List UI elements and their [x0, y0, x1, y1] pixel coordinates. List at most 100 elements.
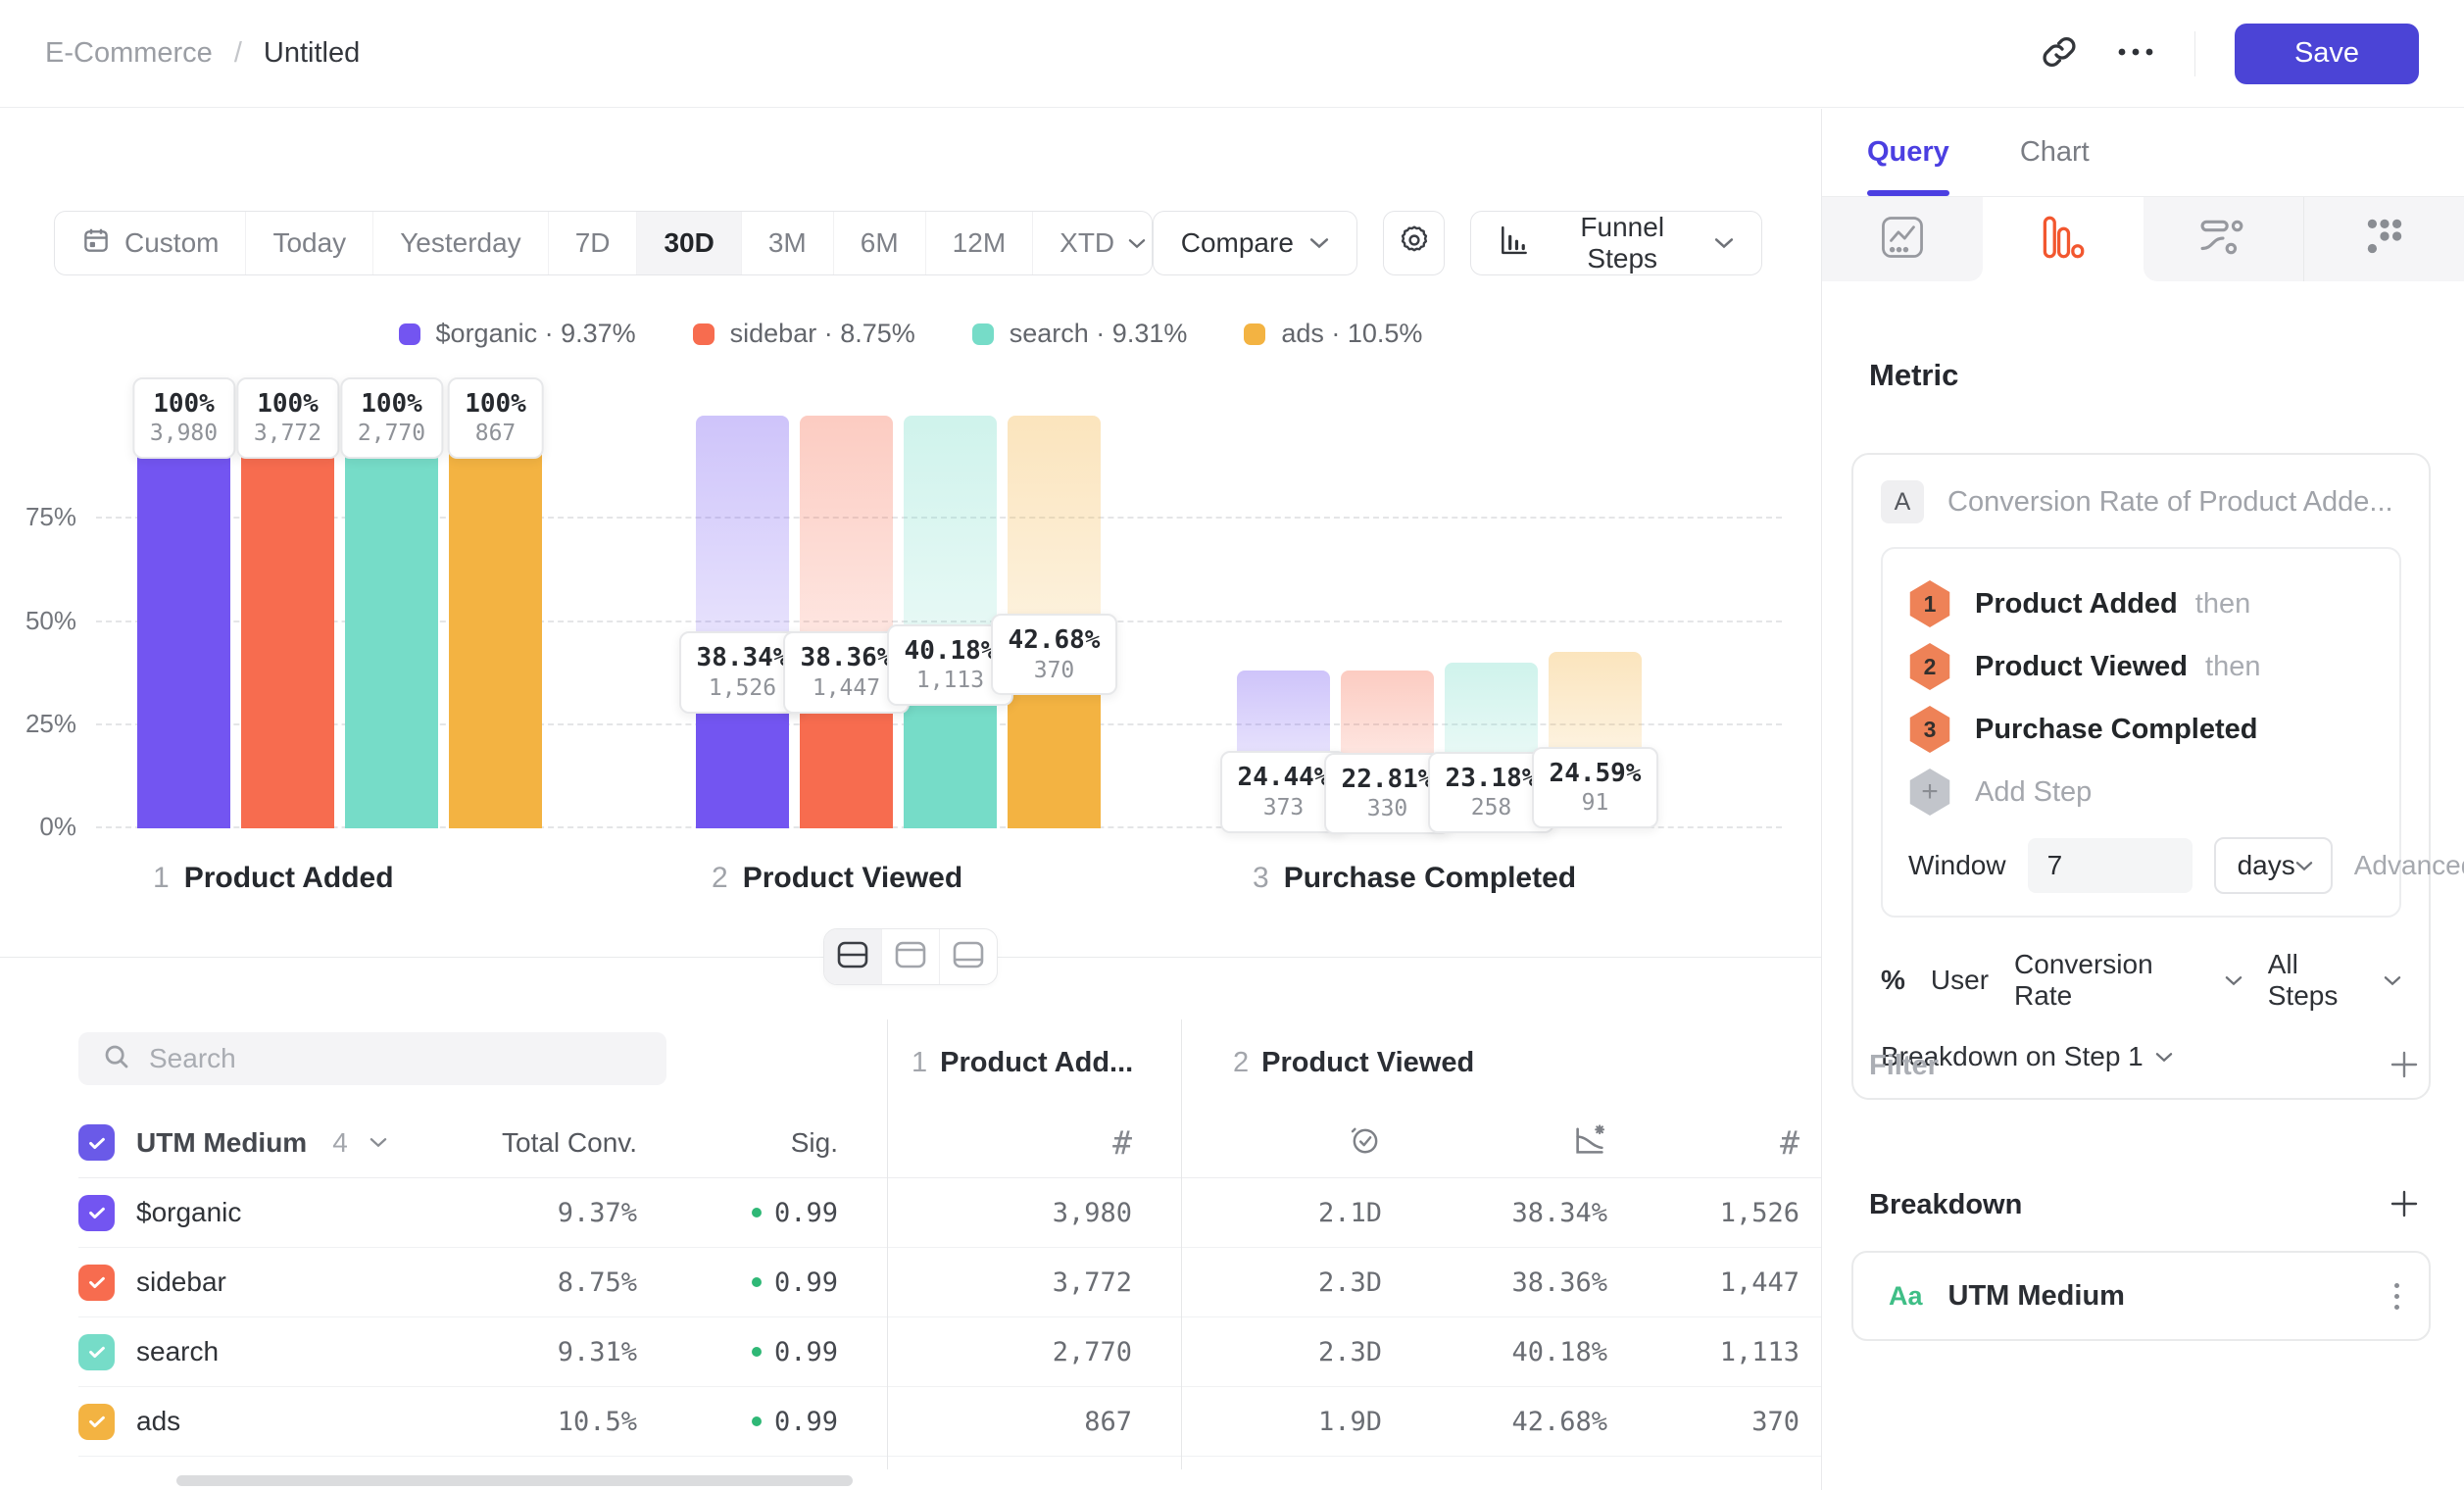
column-conversion-rate[interactable] [1406, 1122, 1632, 1163]
select-all-checkbox[interactable] [78, 1124, 115, 1161]
range-7d[interactable]: 7D [549, 212, 638, 274]
bar-count: 3,980 [150, 420, 218, 448]
chart-type-scatter-button[interactable] [2303, 197, 2464, 281]
funnel-step-1[interactable]: 1Product Addedthen [1908, 572, 2374, 635]
table-group-divider [887, 1019, 888, 1469]
window-value-input[interactable] [2028, 838, 2193, 893]
row-checkbox[interactable] [78, 1195, 115, 1231]
legend-item-search[interactable]: search · 9.31% [972, 319, 1188, 349]
header-divider [2194, 31, 2195, 76]
table-row-ads[interactable]: ads10.5%0.998671.9D42.68%370 [78, 1387, 1821, 1457]
y-axis-label: 50% [14, 606, 76, 636]
range-custom[interactable]: Custom [55, 212, 246, 274]
table-row-organic[interactable]: $organic9.37%0.993,9802.1D38.34%1,526 [78, 1178, 1821, 1248]
add-breakdown-button[interactable] [2388, 1187, 2421, 1223]
metric-card: A Conversion Rate of Product Adde... 1Pr… [1851, 453, 2431, 1100]
range-today[interactable]: Today [246, 212, 373, 274]
layout-chart-only-button[interactable] [882, 929, 940, 984]
funnel-step-2[interactable]: 2Product Viewedthen [1908, 635, 2374, 698]
range-yesterday[interactable]: Yesterday [373, 212, 549, 274]
range-xtd[interactable]: XTD [1033, 212, 1153, 274]
bar-ads-step3[interactable]: 24.59%91 [1549, 382, 1642, 828]
range-label: 7D [575, 227, 611, 259]
bar-solid [137, 416, 230, 828]
bar-sidebar-step1[interactable]: 100%3,772 [241, 382, 334, 828]
breadcrumb-parent[interactable]: E-Commerce [45, 37, 213, 70]
bar-count: 1,526 [697, 674, 789, 703]
chart-settings-button[interactable] [1383, 211, 1446, 275]
bar-organic-step1[interactable]: 100%3,980 [137, 382, 230, 828]
table-row-sidebar[interactable]: sidebar8.75%0.993,7722.3D38.36%1,447 [78, 1248, 1821, 1317]
legend-item-sidebar[interactable]: sidebar · 8.75% [693, 319, 915, 349]
legend-item-organic[interactable]: $organic · 9.37% [399, 319, 636, 349]
advanced-toggle[interactable]: Advanced [2354, 850, 2464, 881]
bar-sidebar-step2[interactable]: 38.36%1,447 [800, 382, 893, 828]
group-step1-num: 1 [912, 1047, 927, 1079]
query-panel: Query Chart Metric A Conversion Rate of … [1821, 109, 2464, 1490]
funnel-step-3[interactable]: 3Purchase Completed [1908, 698, 2374, 761]
chevron-down-icon[interactable] [370, 1137, 387, 1148]
bar-sidebar-step3[interactable]: 22.81%330 [1341, 382, 1434, 828]
share-link-button[interactable] [2042, 34, 2077, 73]
compare-button[interactable]: Compare [1153, 211, 1357, 275]
layout-split-button[interactable] [824, 929, 882, 984]
table-search[interactable] [78, 1032, 666, 1085]
add-filter-button[interactable] [2388, 1048, 2421, 1084]
row-name: $organic [136, 1197, 241, 1228]
row-significance: 0.99 [637, 1337, 887, 1367]
column-sig[interactable]: Sig. [637, 1127, 887, 1159]
chart-type-line-button[interactable] [1822, 197, 1983, 281]
layout-split-icon [837, 941, 868, 973]
tab-query[interactable]: Query [1867, 109, 1949, 196]
add-step-button[interactable]: + Add Step [1908, 761, 2374, 823]
legend-label: search · 9.31% [1010, 319, 1188, 349]
bar-conversion-pct: 24.59% [1550, 758, 1642, 790]
bar-search-step1[interactable]: 100%2,770 [345, 382, 438, 828]
bar-ads-step2[interactable]: 42.68%370 [1008, 382, 1101, 828]
column-step2-count[interactable]: # [1632, 1123, 1821, 1162]
breakdown-column-label[interactable]: UTM Medium [136, 1127, 307, 1159]
range-6m[interactable]: 6M [834, 212, 926, 274]
legend-item-ads[interactable]: ads · 10.5% [1244, 319, 1422, 349]
row-checkbox[interactable] [78, 1334, 115, 1370]
layout-table-only-button[interactable] [940, 929, 997, 984]
range-12m[interactable]: 12M [926, 212, 1033, 274]
bar-search-step2[interactable]: 40.18%1,113 [904, 382, 997, 828]
search-icon [102, 1042, 131, 1076]
step-label-3: 3Purchase Completed [1253, 862, 1576, 895]
column-step1-count[interactable]: # [887, 1123, 1181, 1162]
measured-entity[interactable]: User [1931, 965, 1989, 996]
chart-type-funnel-button[interactable] [1983, 197, 2144, 281]
kebab-menu-icon[interactable] [2394, 1283, 2399, 1310]
window-unit-select[interactable]: days [2214, 837, 2333, 894]
breadcrumb-current[interactable]: Untitled [264, 37, 360, 70]
range-3m[interactable]: 3M [742, 212, 834, 274]
sig-value: 0.99 [774, 1267, 838, 1298]
measured-metric-select[interactable]: Conversion Rate [2014, 949, 2242, 1012]
range-30d[interactable]: 30D [637, 212, 741, 274]
row-checkbox[interactable] [78, 1404, 115, 1440]
column-total-conv[interactable]: Total Conv. [456, 1127, 637, 1159]
chart-view-label: Funnel Steps [1546, 212, 1699, 274]
more-options-button[interactable] [2116, 46, 2155, 61]
step-name: Purchase Completed [1284, 862, 1576, 895]
column-time-to-convert[interactable] [1181, 1123, 1406, 1162]
chart-view-selector[interactable]: Funnel Steps [1470, 211, 1762, 275]
table-group-divider [1181, 1019, 1182, 1469]
tab-chart[interactable]: Chart [2020, 109, 2090, 196]
bar-count: 258 [1446, 794, 1538, 822]
bar-organic-step2[interactable]: 38.34%1,526 [696, 382, 789, 828]
breakdown-item-card[interactable]: Aa UTM Medium [1851, 1251, 2431, 1341]
row-checkbox[interactable] [78, 1265, 115, 1301]
horizontal-scrollbar[interactable] [176, 1475, 853, 1486]
search-input[interactable] [149, 1043, 643, 1074]
bar-ads-step1[interactable]: 100%867 [449, 382, 542, 828]
save-button[interactable]: Save [2235, 24, 2419, 84]
measured-scope-select[interactable]: All Steps [2268, 949, 2401, 1012]
metric-title-row[interactable]: A Conversion Rate of Product Adde... [1881, 480, 2401, 523]
legend-swatch [693, 323, 715, 345]
bar-organic-step3[interactable]: 24.44%373 [1237, 382, 1330, 828]
bar-search-step3[interactable]: 23.18%258 [1445, 382, 1538, 828]
chart-type-flow-button[interactable] [2144, 197, 2304, 281]
table-row-search[interactable]: search9.31%0.992,7702.3D40.18%1,113 [78, 1317, 1821, 1387]
